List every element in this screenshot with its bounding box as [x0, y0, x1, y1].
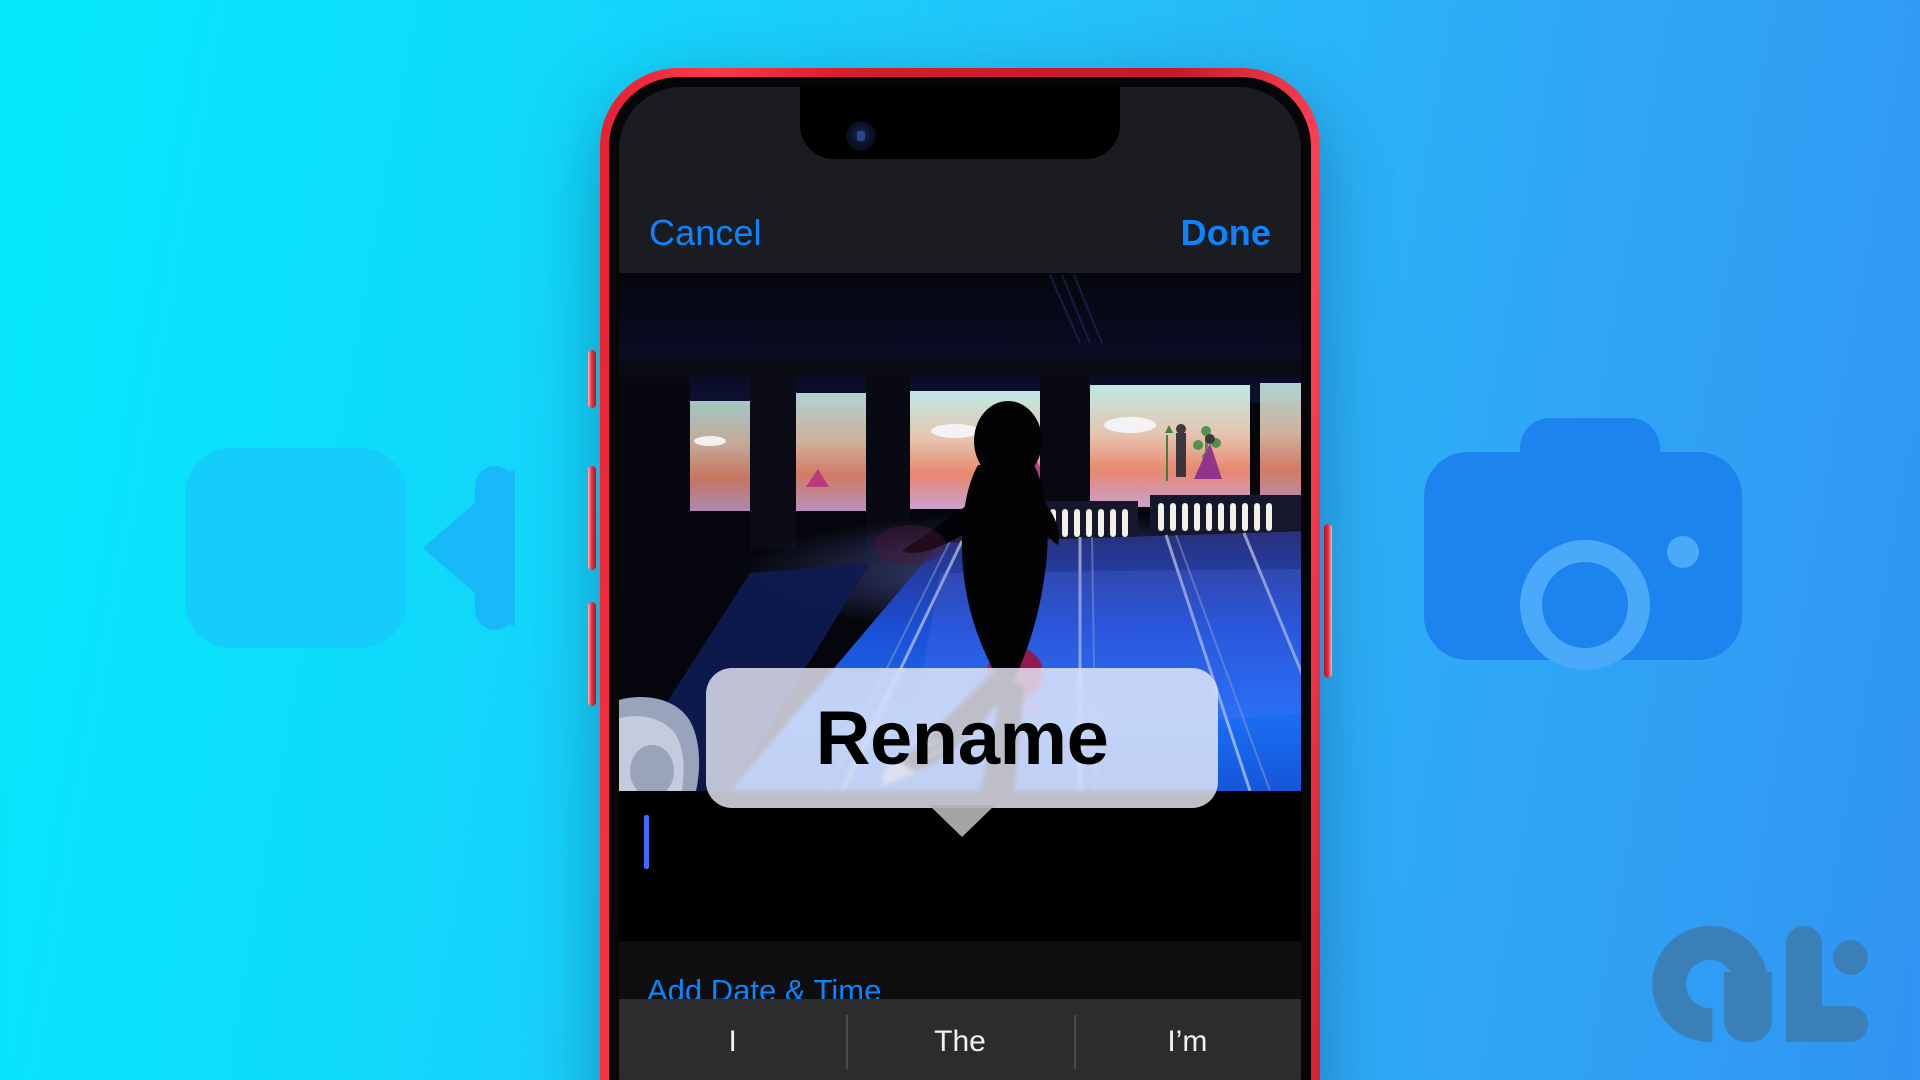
- front-camera-icon: [848, 123, 874, 149]
- iphone-device: Cancel Done Add Date & Time I The I’m: [588, 68, 1332, 1080]
- silent-switch-button[interactable]: [588, 350, 596, 408]
- volume-down-button[interactable]: [588, 602, 596, 706]
- photo-camera-body: [1424, 452, 1742, 670]
- suggestion-item-3[interactable]: I’m: [1074, 1025, 1301, 1059]
- rename-tooltip: Rename: [706, 668, 1218, 837]
- suggestion-item-2[interactable]: The: [846, 1025, 1073, 1059]
- rename-tooltip-label: Rename: [815, 695, 1109, 781]
- rename-tooltip-tail: [929, 805, 995, 837]
- phone-screen: Cancel Done Add Date & Time I The I’m: [619, 87, 1301, 1080]
- video-camera-lens-edge: [475, 466, 515, 630]
- photo-camera-lens: [1520, 540, 1650, 670]
- suggestion-item-1[interactable]: I: [619, 1025, 846, 1059]
- guidingtech-logo: [1652, 920, 1868, 1050]
- text-caret: [644, 815, 649, 869]
- photo-camera-icon: [1424, 418, 1742, 670]
- rename-tooltip-box: Rename: [706, 668, 1218, 808]
- photo-camera-flash-dot: [1667, 536, 1699, 568]
- video-camera-body: [185, 448, 407, 648]
- cancel-button[interactable]: Cancel: [649, 215, 762, 251]
- logo-t-foot: [1786, 1006, 1868, 1042]
- onscreen-keyboard[interactable]: I The I’m Q W E R T Y U I O P: [619, 999, 1301, 1080]
- logo-g-bar: [1724, 972, 1772, 1042]
- power-button[interactable]: [1324, 524, 1332, 678]
- video-camera-icon: [185, 448, 515, 648]
- phone-bezel: Cancel Done Add Date & Time I The I’m: [609, 77, 1311, 1080]
- notch: [800, 87, 1120, 159]
- suggestion-bar: I The I’m: [619, 999, 1301, 1080]
- done-button[interactable]: Done: [1181, 215, 1271, 251]
- volume-up-button[interactable]: [588, 466, 596, 570]
- logo-t-dot: [1833, 940, 1868, 975]
